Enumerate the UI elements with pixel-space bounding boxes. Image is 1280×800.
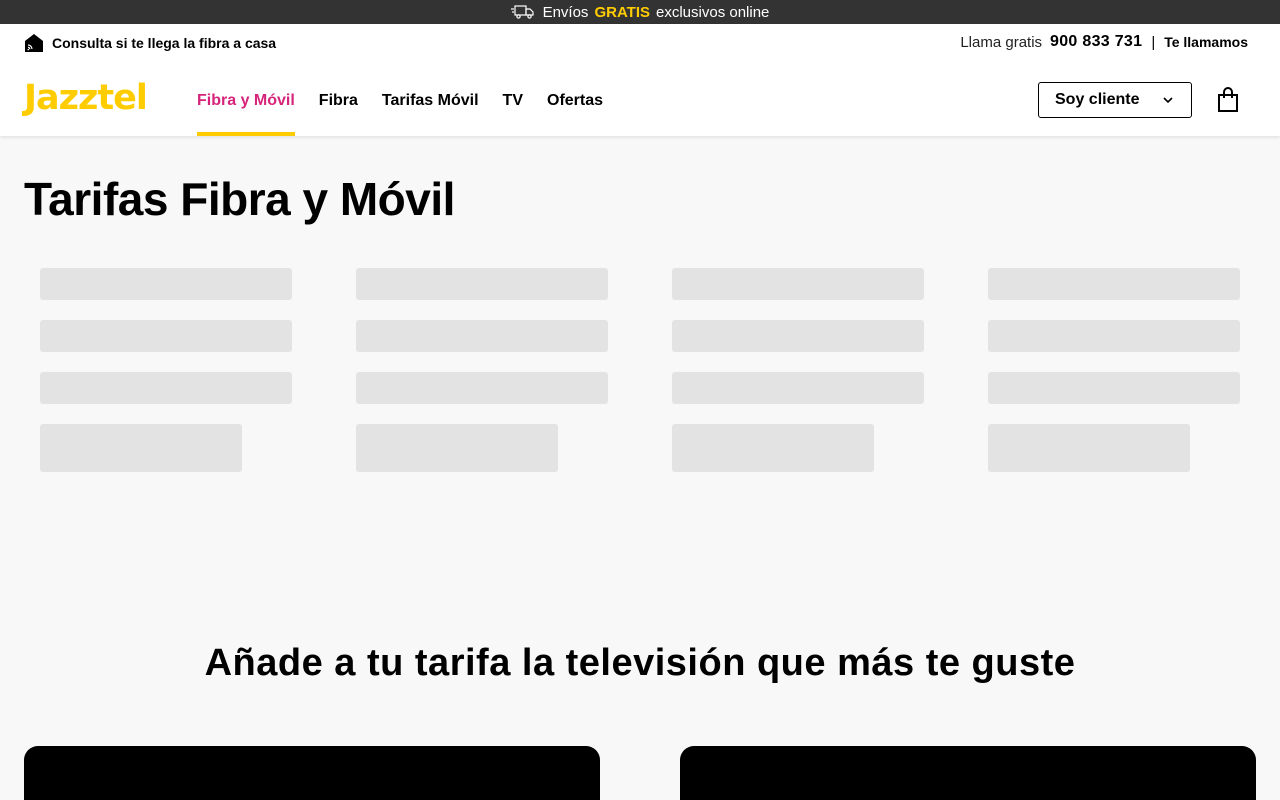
skeleton-line [988,268,1240,300]
jazztel-logo[interactable]: Jazztel [24,78,148,118]
page-title: Tarifas Fibra y Móvil [24,173,455,225]
separator: | [1151,33,1156,51]
fiber-check-label: Consulta si te llega la fibra a casa [52,35,277,51]
skeleton-line [356,320,608,352]
skeleton-line [988,320,1240,352]
skeleton-button [356,424,558,472]
promo-suffix: exclusivos online [656,3,770,21]
skeleton-line [40,268,292,300]
tariff-card-skeleton [672,268,924,472]
skeleton-button [40,424,242,472]
skeleton-line [356,372,608,404]
site-header: Consulta si te llega la fibra a casa Lla… [0,24,1280,136]
promo-highlight: GRATIS [594,3,650,21]
skeleton-line [988,372,1240,404]
tariff-card-skeleton [988,268,1240,472]
tv-card[interactable] [680,746,1256,800]
client-button-label: Soy cliente [1055,91,1140,108]
tv-section-title: Añade a tu tarifa la televisión que más … [204,642,1076,684]
nav-item-ofertas[interactable]: Ofertas [547,82,603,136]
phone-number-link[interactable]: 900 833 731 [1050,33,1142,51]
nav-item-fibra[interactable]: Fibra [319,82,358,136]
skeleton-line [672,320,924,352]
home-wifi-icon [24,33,44,53]
tariff-card-skeleton [40,268,292,472]
skeleton-button [988,424,1190,472]
promo-prefix: Envíos [542,3,589,21]
tariff-card-skeleton [356,268,608,472]
skeleton-button [672,424,874,472]
fiber-coverage-link[interactable]: Consulta si te llega la fibra a casa [24,33,276,53]
shopping-bag-icon[interactable] [1216,87,1240,113]
chevron-down-icon [1161,93,1175,107]
nav-item-tarifas-movil[interactable]: Tarifas Móvil [382,82,479,136]
skeleton-line [356,268,608,300]
skeleton-line [672,268,924,300]
call-info: Llama gratis 900 833 731 | Te llamamos [960,33,1248,51]
callback-link[interactable]: Te llamamos [1164,34,1248,50]
skeleton-line [40,372,292,404]
promo-bar: Envíos GRATIS exclusivos online [0,0,1280,24]
truck-icon [510,5,535,19]
client-dropdown-button[interactable]: Soy cliente [1038,82,1192,118]
tv-card[interactable] [24,746,600,800]
call-label: Llama gratis [960,33,1043,51]
nav-item-fibra-y-movil[interactable]: Fibra y Móvil [197,82,295,136]
main-nav: Fibra y Móvil Fibra Tarifas Móvil TV Ofe… [197,82,627,136]
skeleton-line [672,372,924,404]
nav-item-tv[interactable]: TV [503,82,523,136]
skeleton-line [40,320,292,352]
